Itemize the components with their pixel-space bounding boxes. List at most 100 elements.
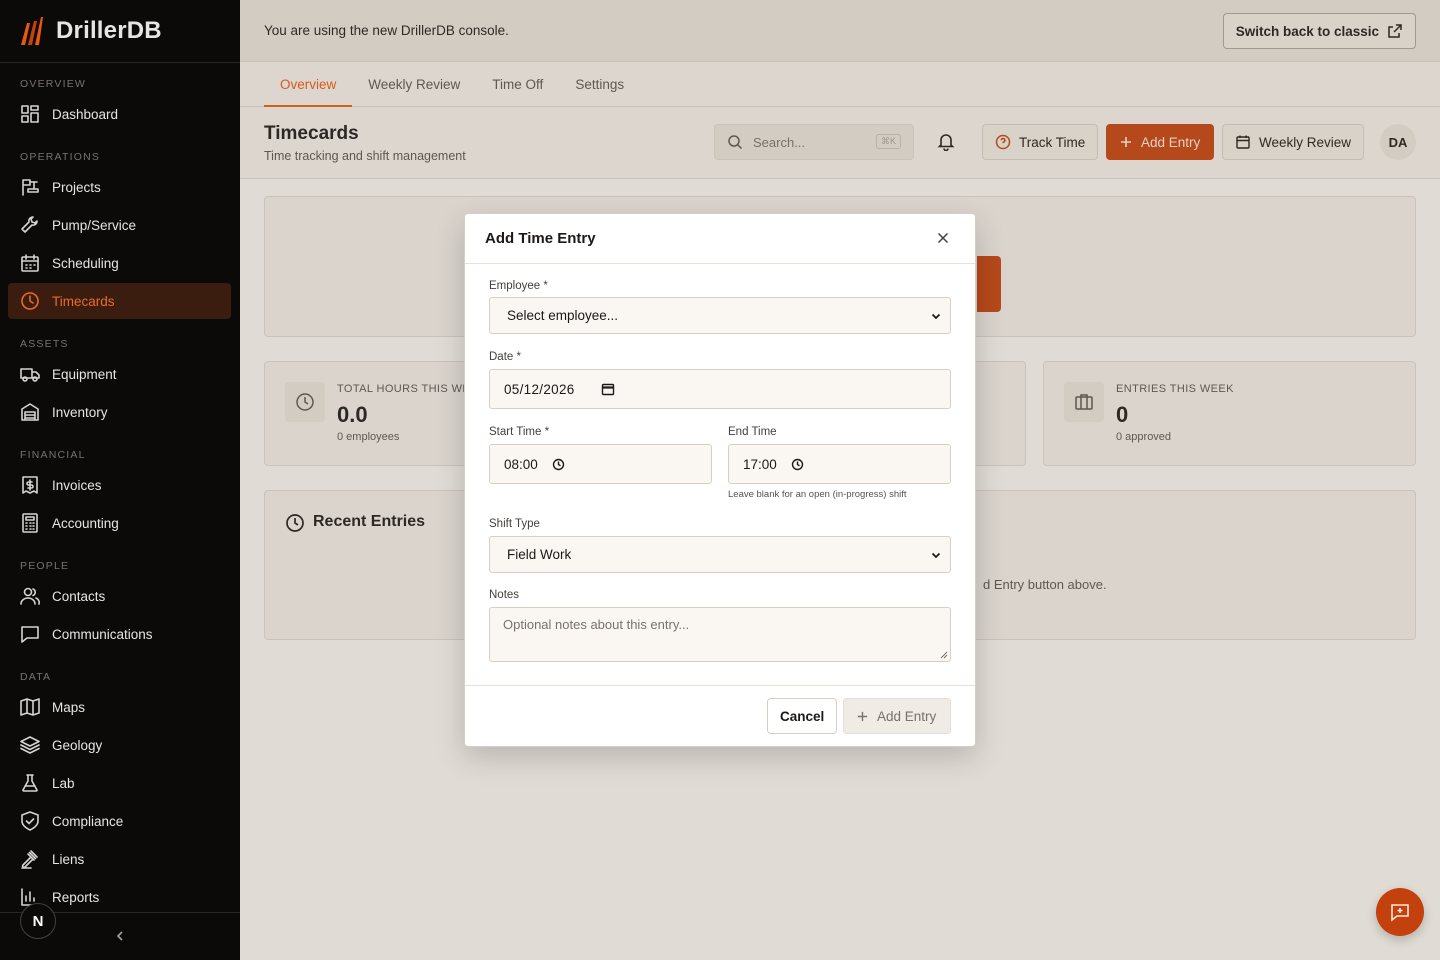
sidebar-item-liens[interactable]: Liens: [8, 841, 231, 877]
chevron-down-icon: [931, 313, 941, 319]
section-data: DATA: [20, 671, 52, 683]
message-icon: [21, 626, 39, 643]
dialog-title: Add Time Entry: [485, 230, 596, 247]
sidebar-item-invoices[interactable]: Invoices: [8, 467, 231, 503]
sidebar-item-label: Compliance: [52, 813, 124, 829]
clock-icon: [21, 292, 39, 310]
cancel-button[interactable]: Cancel: [767, 698, 838, 734]
date-input[interactable]: 05/12/2026: [489, 369, 951, 409]
sidebar-item-label: Maps: [52, 699, 86, 715]
sidebar-item-label: Timecards: [52, 293, 115, 309]
sidebar-item-maps[interactable]: Maps: [8, 689, 231, 725]
wrench-icon: [21, 216, 38, 233]
start-time-label: Start Time *: [489, 426, 550, 438]
employee-value: Select employee...: [507, 308, 619, 323]
sidebar-item-projects[interactable]: Projects: [8, 169, 231, 205]
sidebar-item-pump-service[interactable]: Pump/Service: [8, 207, 231, 243]
sidebar-item-equipment[interactable]: Equipment: [8, 356, 231, 392]
start-time-input[interactable]: 08:00: [489, 444, 712, 484]
collapse-sidebar-button[interactable]: [112, 928, 128, 944]
section-financial: FINANCIAL: [20, 449, 86, 461]
sidebar-item-label: Reports: [52, 889, 100, 905]
sidebar-item-label: Geology: [52, 737, 103, 753]
resize-handle-icon[interactable]: [940, 651, 948, 659]
notes-label: Notes: [489, 589, 520, 601]
end-time-input[interactable]: 17:00: [728, 444, 951, 484]
close-button[interactable]: [935, 230, 951, 246]
drillerdb-logo-icon: [21, 17, 43, 45]
date-label: Date *: [489, 351, 521, 363]
sidebar-item-label: Scheduling: [52, 255, 119, 271]
sidebar-item-communications[interactable]: Communications: [8, 616, 231, 652]
sidebar-item-label: Communications: [52, 626, 153, 642]
layers-icon: [20, 736, 40, 754]
employee-select[interactable]: Select employee...: [489, 297, 951, 334]
calendar-icon[interactable]: [601, 382, 615, 396]
dialog-header: Add Time Entry: [465, 214, 975, 264]
section-assets: ASSETS: [20, 338, 69, 350]
invoice-icon: [22, 476, 38, 494]
chevron-down-icon: [931, 552, 941, 558]
section-operations: OPERATIONS: [20, 151, 101, 163]
warehouse-icon: [21, 403, 39, 421]
sidebar-item-scheduling[interactable]: Scheduling: [8, 245, 231, 281]
end-time-hint: Leave blank for an open (in-progress) sh…: [728, 489, 907, 500]
sidebar-item-label: Pump/Service: [52, 217, 137, 233]
dialog-footer: Cancel Add Entry: [465, 685, 975, 746]
sidebar-item-label: Invoices: [52, 477, 102, 493]
sidebar-item-label: Inventory: [52, 404, 108, 420]
sidebar-item-label: Projects: [52, 179, 101, 195]
clock-icon[interactable]: [791, 458, 804, 471]
shield-icon: [21, 811, 39, 831]
sidebar-item-inventory[interactable]: Inventory: [8, 394, 231, 430]
add-time-entry-dialog: Add Time Entry Employee * Select employe…: [464, 213, 976, 747]
employee-label: Employee *: [489, 280, 548, 292]
gavel-icon: [21, 850, 38, 869]
start-time-value: 08:00: [504, 456, 538, 472]
sidebar-item-geology[interactable]: Geology: [8, 727, 231, 763]
n-badge-icon[interactable]: N: [20, 903, 56, 939]
sidebar-item-label: Equipment: [52, 366, 117, 382]
brand[interactable]: DrillerDB: [0, 0, 240, 63]
add-entry-submit-button[interactable]: Add Entry: [843, 698, 951, 734]
shift-type-value: Field Work: [507, 547, 572, 562]
feedback-chat-button[interactable]: [1376, 888, 1424, 936]
message-plus-icon: [1391, 904, 1409, 922]
sidebar-item-label: Lab: [52, 775, 75, 791]
add-entry-submit-label: Add Entry: [877, 708, 937, 724]
sidebar-item-label: Accounting: [52, 515, 119, 531]
cancel-label: Cancel: [780, 708, 825, 724]
truck-icon: [20, 368, 40, 382]
map-icon: [20, 698, 40, 716]
plus-icon: [857, 711, 868, 721]
section-people: PEOPLE: [20, 560, 70, 572]
sidebar-item-label: Liens: [52, 851, 85, 867]
notes-placeholder: Optional notes about this entry...: [503, 617, 690, 632]
sidebar-item-accounting[interactable]: Accounting: [8, 505, 231, 541]
flask-icon: [22, 774, 38, 792]
chevron-left-icon: [116, 931, 123, 941]
clock-icon[interactable]: [552, 458, 565, 471]
shift-type-label: Shift Type: [489, 518, 540, 530]
sidebar-item-compliance[interactable]: Compliance: [8, 803, 231, 839]
close-icon: [937, 232, 949, 244]
dashboard-icon: [21, 105, 39, 123]
sidebar-item-lab[interactable]: Lab: [8, 765, 231, 801]
end-time-value: 17:00: [743, 456, 777, 472]
end-time-label: End Time: [728, 426, 777, 438]
notes-textarea[interactable]: Optional notes about this entry...: [489, 607, 951, 662]
shift-type-select[interactable]: Field Work: [489, 536, 951, 573]
drill-rig-icon: [22, 179, 39, 196]
sidebar: DrillerDB OVERVIEW Dashboard OPERATIONS …: [0, 0, 240, 960]
calculator-icon: [22, 513, 38, 533]
sidebar-item-label: Dashboard: [52, 106, 119, 122]
sidebar-item-label: Contacts: [52, 588, 106, 604]
brand-name: DrillerDB: [56, 17, 162, 44]
section-overview: OVERVIEW: [20, 78, 87, 90]
sidebar-item-timecards[interactable]: Timecards: [8, 283, 231, 319]
sidebar-item-dashboard[interactable]: Dashboard: [8, 96, 231, 132]
date-value: 05/12/2026: [504, 381, 575, 397]
calendar-icon: [21, 254, 39, 272]
sidebar-item-contacts[interactable]: Contacts: [8, 578, 231, 614]
users-icon: [20, 587, 40, 605]
